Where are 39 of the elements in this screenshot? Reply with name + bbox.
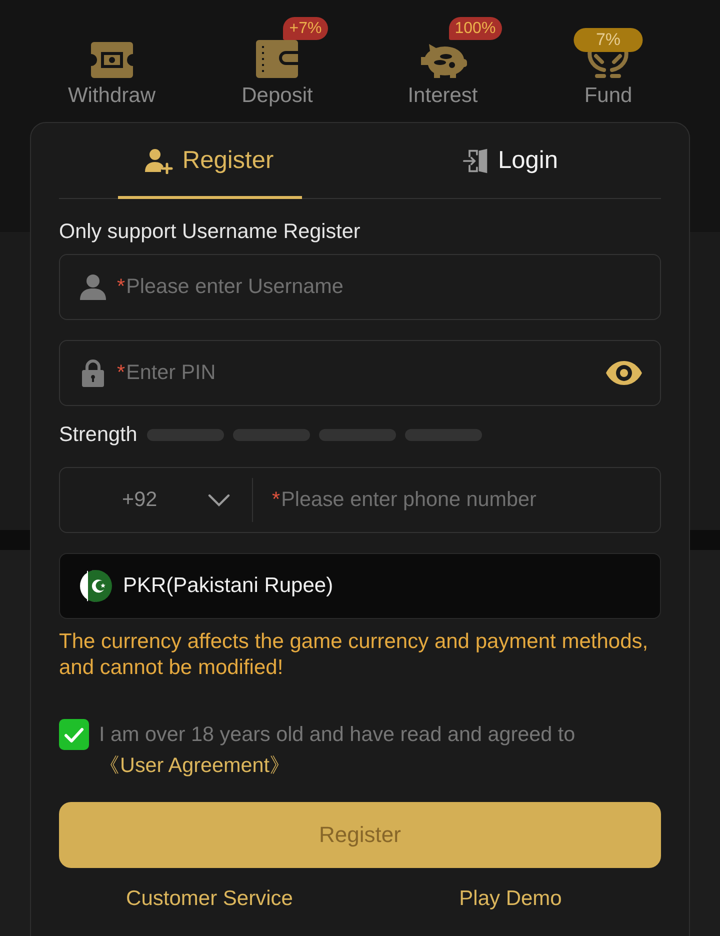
user-icon	[80, 274, 106, 300]
flag-icon	[80, 570, 112, 602]
footer-link[interactable]: Play Demo	[459, 887, 562, 911]
shortcut-label[interactable]: Withdraw	[68, 84, 156, 108]
tab[interactable]: Register	[59, 123, 360, 198]
required-mark: *	[117, 275, 126, 299]
ticket-icon	[90, 42, 134, 78]
lock-icon	[82, 359, 104, 387]
currency-warning: The currency affects the game currency and payment methods, and cannot be modified!	[59, 629, 650, 681]
country-code-select[interactable]: +92	[60, 468, 252, 532]
required-mark: *	[272, 488, 280, 512]
shortcut-label[interactable]: Interest	[408, 84, 478, 108]
user-agreement-link[interactable]: 《User Agreement》	[99, 754, 290, 777]
tab[interactable]: Login	[360, 123, 661, 198]
agreement-checkbox[interactable]	[59, 719, 89, 750]
footer-link[interactable]: Customer Service	[126, 887, 293, 911]
eye-icon	[606, 361, 642, 385]
caret-icon	[208, 494, 230, 506]
agreement-text: I am over 18 years old and have read and agreed to 《User Agreement》	[99, 722, 576, 779]
pin-field[interactable]: *Enter PIN	[59, 340, 661, 406]
bonus-badge: 100%	[448, 17, 502, 40]
pin-input[interactable]: Enter PIN	[126, 358, 606, 388]
check-icon	[64, 726, 84, 742]
username-input[interactable]: Please enter Username	[126, 272, 642, 302]
bonus-badge: +7%	[283, 17, 328, 40]
add-user-icon	[145, 148, 174, 174]
show-password-button[interactable]	[606, 361, 642, 385]
username-field[interactable]: *Please enter Username	[59, 254, 661, 320]
register-notice: Only support Username Register	[59, 220, 362, 244]
phone-number-input[interactable]: Please enter phone number	[281, 485, 660, 515]
login-door-icon	[463, 148, 490, 174]
shortcut-label[interactable]: Deposit	[242, 84, 313, 108]
phone-field[interactable]: +92 *Please enter phone number	[59, 467, 661, 533]
bonus-badge: 7%	[574, 28, 643, 52]
wallet-icon	[255, 40, 300, 78]
currency-value: PKR(Pakistani Rupee)	[123, 574, 334, 598]
shortcut-label[interactable]: Fund	[584, 84, 632, 108]
strength-label: Strength	[59, 424, 138, 446]
required-mark: *	[117, 361, 126, 385]
